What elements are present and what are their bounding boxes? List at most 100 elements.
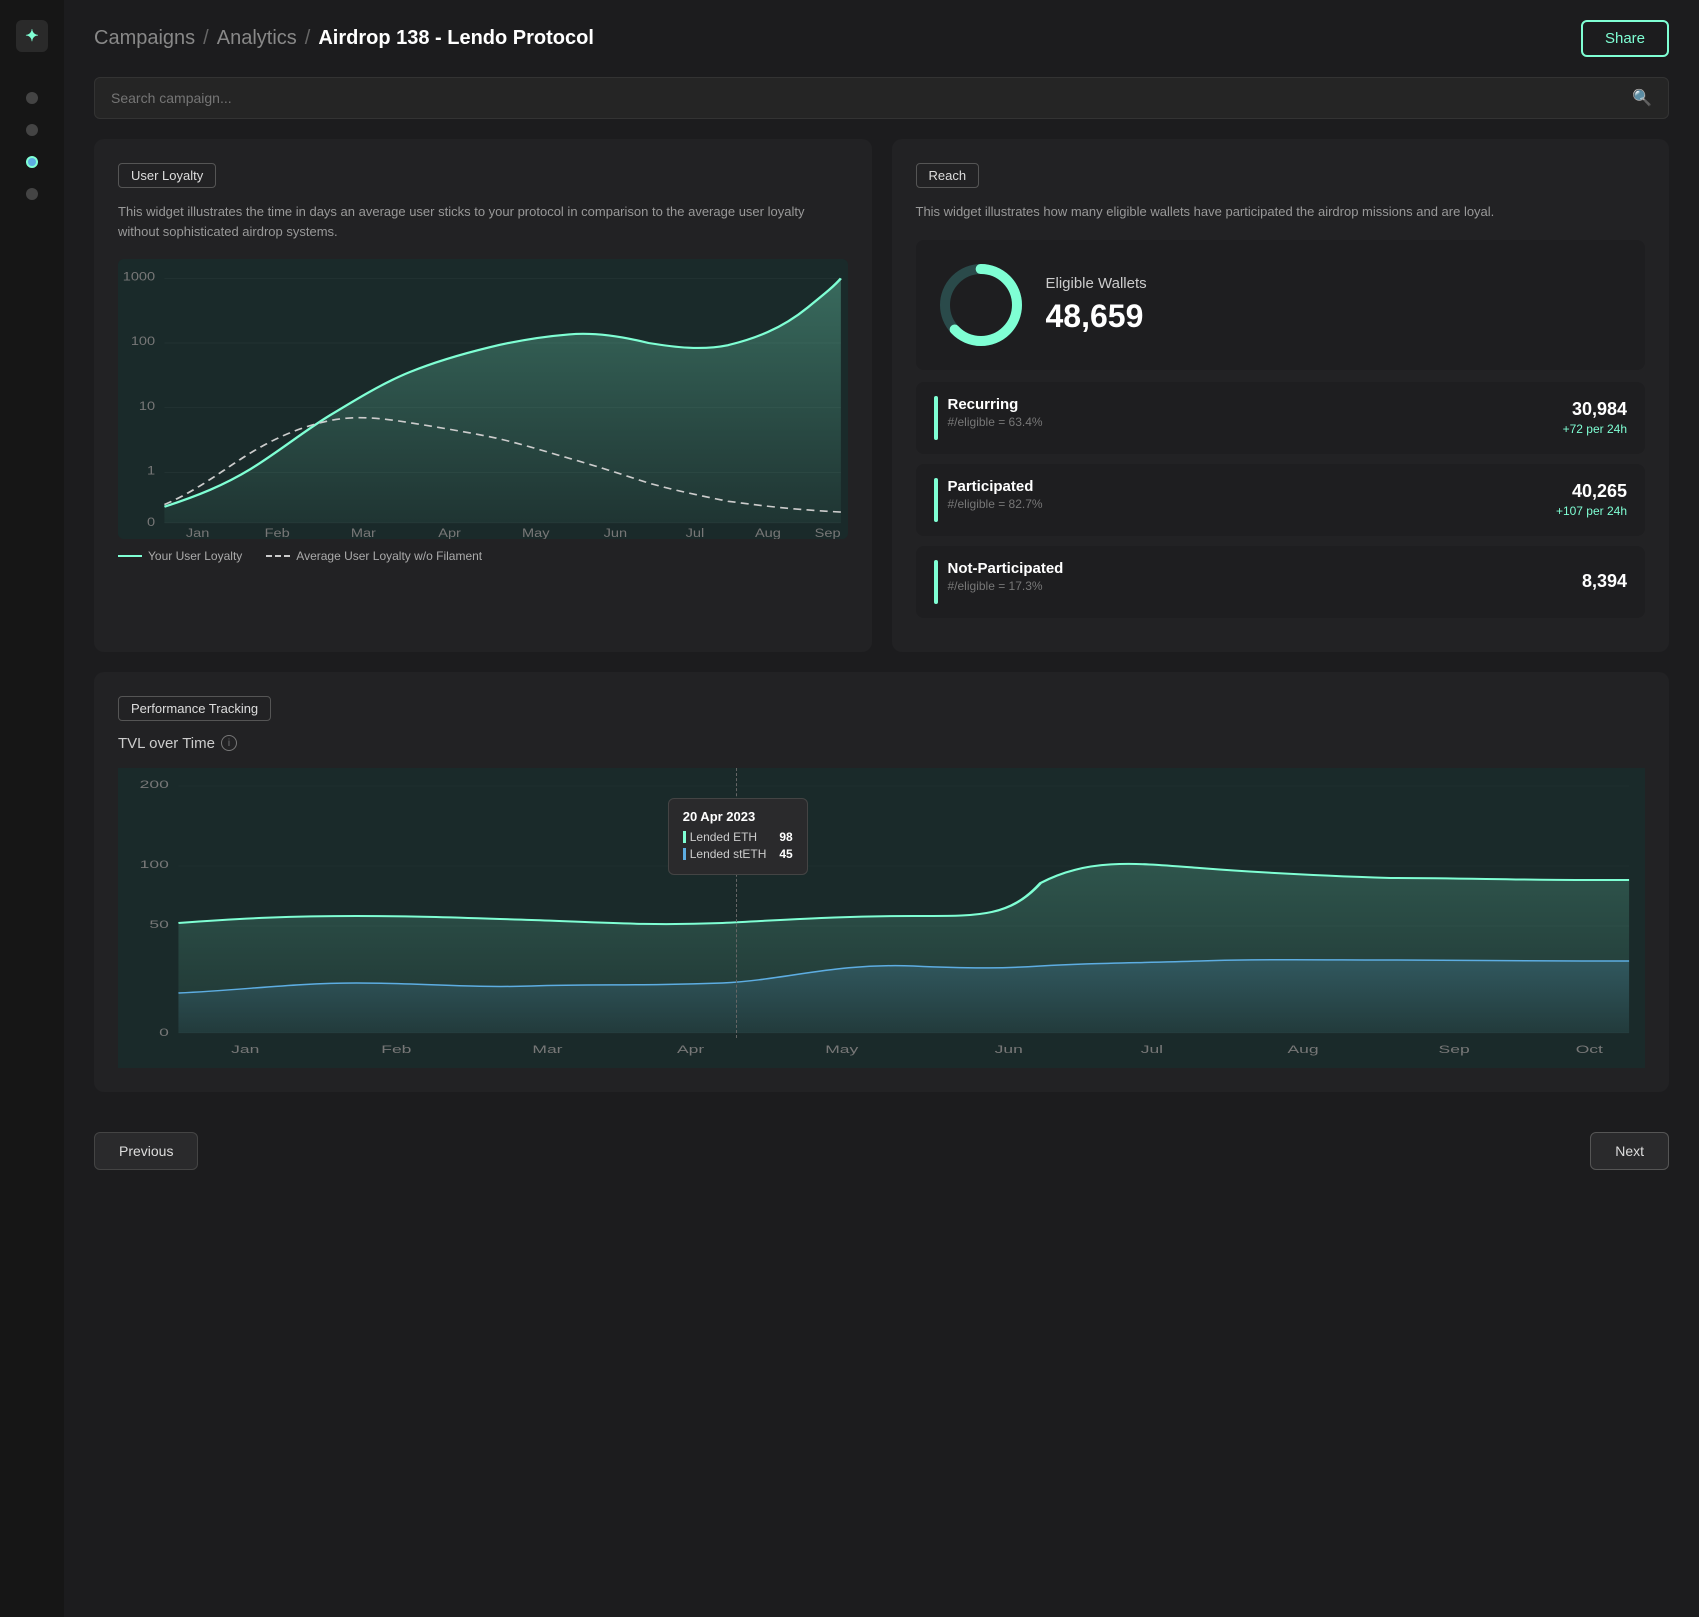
- metric-participated-value: 40,265: [1556, 481, 1627, 502]
- svg-text:50: 50: [149, 918, 168, 930]
- metric-participated: Participated #/eligible = 82.7% 40,265 +…: [916, 464, 1646, 536]
- metric-recurring: Recurring #/eligible = 63.4% 30,984 +72 …: [916, 382, 1646, 454]
- reach-widget: Reach This widget illustrates how many e…: [892, 139, 1670, 652]
- reach-description: This widget illustrates how many eligibl…: [916, 202, 1646, 222]
- svg-text:Jan: Jan: [186, 526, 209, 539]
- tooltip-val-2: 45: [779, 847, 792, 861]
- user-loyalty-chart: 1000 100 10 1 0: [118, 259, 848, 539]
- legend-your-label: Your User Loyalty: [148, 549, 242, 563]
- search-bar-container: 🔍: [94, 77, 1669, 119]
- svg-text:10: 10: [139, 399, 155, 412]
- metric-recurring-value: 30,984: [1563, 399, 1627, 420]
- metric-recurring-right: 30,984 +72 per 24h: [1563, 399, 1627, 436]
- metric-recurring-name: Recurring: [948, 396, 1043, 413]
- svg-text:Jul: Jul: [686, 526, 705, 539]
- search-input[interactable]: [111, 90, 1632, 106]
- main-content: Campaigns / Analytics / Airdrop 138 - Le…: [64, 0, 1699, 1617]
- metric-recurring-text: Recurring #/eligible = 63.4%: [948, 396, 1043, 429]
- metric-bar-recurring: [934, 396, 938, 440]
- svg-text:Jul: Jul: [1141, 1043, 1163, 1055]
- info-icon[interactable]: i: [221, 735, 237, 751]
- tvl-chart: 20 Apr 2023 Lended ETH 98 Lended stETH 4…: [118, 768, 1645, 1068]
- previous-button[interactable]: Previous: [94, 1132, 198, 1170]
- breadcrumb-sep2: /: [305, 27, 311, 50]
- tvl-title-text: TVL over Time: [118, 735, 215, 752]
- svg-text:200: 200: [140, 778, 169, 790]
- performance-tracking-title: Performance Tracking: [118, 696, 271, 721]
- svg-text:Mar: Mar: [532, 1043, 562, 1055]
- eligible-wallets-info: Eligible Wallets 48,659: [1046, 275, 1147, 335]
- breadcrumb-sep1: /: [203, 27, 209, 50]
- metric-not-participated-right: 8,394: [1582, 571, 1627, 592]
- legend-solid-line: [118, 555, 142, 557]
- tooltip-label-1: Lended ETH: [683, 830, 757, 844]
- breadcrumb-campaigns[interactable]: Campaigns: [94, 27, 195, 50]
- sidebar-item-3[interactable]: [26, 156, 38, 168]
- metric-participated-delta: +107 per 24h: [1556, 504, 1627, 518]
- tooltip-bar-2: [683, 848, 686, 860]
- svg-text:May: May: [825, 1043, 859, 1055]
- svg-text:Apr: Apr: [438, 526, 461, 539]
- sidebar-item-4[interactable]: [26, 188, 38, 200]
- svg-text:Aug: Aug: [1287, 1043, 1318, 1055]
- tvl-tooltip: 20 Apr 2023 Lended ETH 98 Lended stETH 4…: [668, 798, 808, 875]
- metric-participated-name: Participated: [948, 478, 1043, 495]
- performance-tracking-card: Performance Tracking TVL over Time i 20 …: [94, 672, 1669, 1092]
- eligible-wallets-label: Eligible Wallets: [1046, 275, 1147, 292]
- sidebar-item-1[interactable]: [26, 92, 38, 104]
- eligible-wallets-value: 48,659: [1046, 298, 1147, 335]
- metric-bar-participated: [934, 478, 938, 522]
- sidebar: ✦: [0, 0, 64, 1617]
- svg-text:100: 100: [131, 334, 155, 347]
- widgets-row: User Loyalty This widget illustrates the…: [94, 139, 1669, 652]
- reach-title: Reach: [916, 163, 980, 188]
- svg-text:Sep: Sep: [1439, 1043, 1470, 1055]
- tooltip-date: 20 Apr 2023: [683, 809, 793, 824]
- breadcrumb-analytics[interactable]: Analytics: [217, 27, 297, 50]
- header: Campaigns / Analytics / Airdrop 138 - Le…: [94, 20, 1669, 57]
- tooltip-val-1: 98: [779, 830, 792, 844]
- metric-participated-right: 40,265 +107 per 24h: [1556, 481, 1627, 518]
- svg-text:Apr: Apr: [677, 1043, 704, 1055]
- sidebar-logo[interactable]: ✦: [16, 20, 48, 52]
- metric-not-participated-left: Not-Participated #/eligible = 17.3%: [934, 560, 1064, 604]
- next-button[interactable]: Next: [1590, 1132, 1669, 1170]
- svg-text:May: May: [522, 526, 550, 539]
- metric-participated-left: Participated #/eligible = 82.7%: [934, 478, 1043, 522]
- metric-recurring-sub: #/eligible = 63.4%: [948, 415, 1043, 429]
- svg-text:Jan: Jan: [231, 1043, 259, 1055]
- tvl-title: TVL over Time i: [118, 735, 1645, 752]
- tooltip-item-1: Lended ETH 98: [683, 830, 793, 844]
- chart-legend: Your User Loyalty Average User Loyalty w…: [118, 549, 848, 563]
- metric-recurring-delta: +72 per 24h: [1563, 422, 1627, 436]
- metric-participated-text: Participated #/eligible = 82.7%: [948, 478, 1043, 511]
- svg-text:Sep: Sep: [815, 526, 841, 539]
- eligible-wallets-row: Eligible Wallets 48,659: [916, 240, 1646, 370]
- tooltip-label-2: Lended stETH: [683, 847, 767, 861]
- user-loyalty-widget: User Loyalty This widget illustrates the…: [94, 139, 872, 652]
- svg-text:Jun: Jun: [995, 1043, 1023, 1055]
- legend-average-loyalty: Average User Loyalty w/o Filament: [266, 549, 482, 563]
- svg-text:Mar: Mar: [351, 526, 377, 539]
- share-button[interactable]: Share: [1581, 20, 1669, 57]
- metric-not-participated-sub: #/eligible = 17.3%: [948, 579, 1064, 593]
- svg-text:Feb: Feb: [381, 1043, 411, 1055]
- user-loyalty-description: This widget illustrates the time in days…: [118, 202, 848, 241]
- breadcrumb: Campaigns / Analytics / Airdrop 138 - Le…: [94, 27, 594, 50]
- svg-text:Feb: Feb: [265, 526, 290, 539]
- svg-text:100: 100: [140, 858, 169, 870]
- metric-bar-not-participated: [934, 560, 938, 604]
- svg-text:Aug: Aug: [755, 526, 781, 539]
- bottom-navigation: Previous Next: [94, 1132, 1669, 1200]
- search-icon: 🔍: [1632, 88, 1652, 108]
- sidebar-item-2[interactable]: [26, 124, 38, 136]
- metric-recurring-left: Recurring #/eligible = 63.4%: [934, 396, 1043, 440]
- svg-text:Oct: Oct: [1576, 1043, 1603, 1055]
- breadcrumb-current-page: Airdrop 138 - Lendo Protocol: [318, 27, 594, 50]
- svg-text:Jun: Jun: [604, 526, 627, 539]
- metric-not-participated-text: Not-Participated #/eligible = 17.3%: [948, 560, 1064, 593]
- donut-chart: [936, 260, 1026, 350]
- legend-average-label: Average User Loyalty w/o Filament: [296, 549, 482, 563]
- svg-text:0: 0: [159, 1026, 169, 1038]
- metric-not-participated: Not-Participated #/eligible = 17.3% 8,39…: [916, 546, 1646, 618]
